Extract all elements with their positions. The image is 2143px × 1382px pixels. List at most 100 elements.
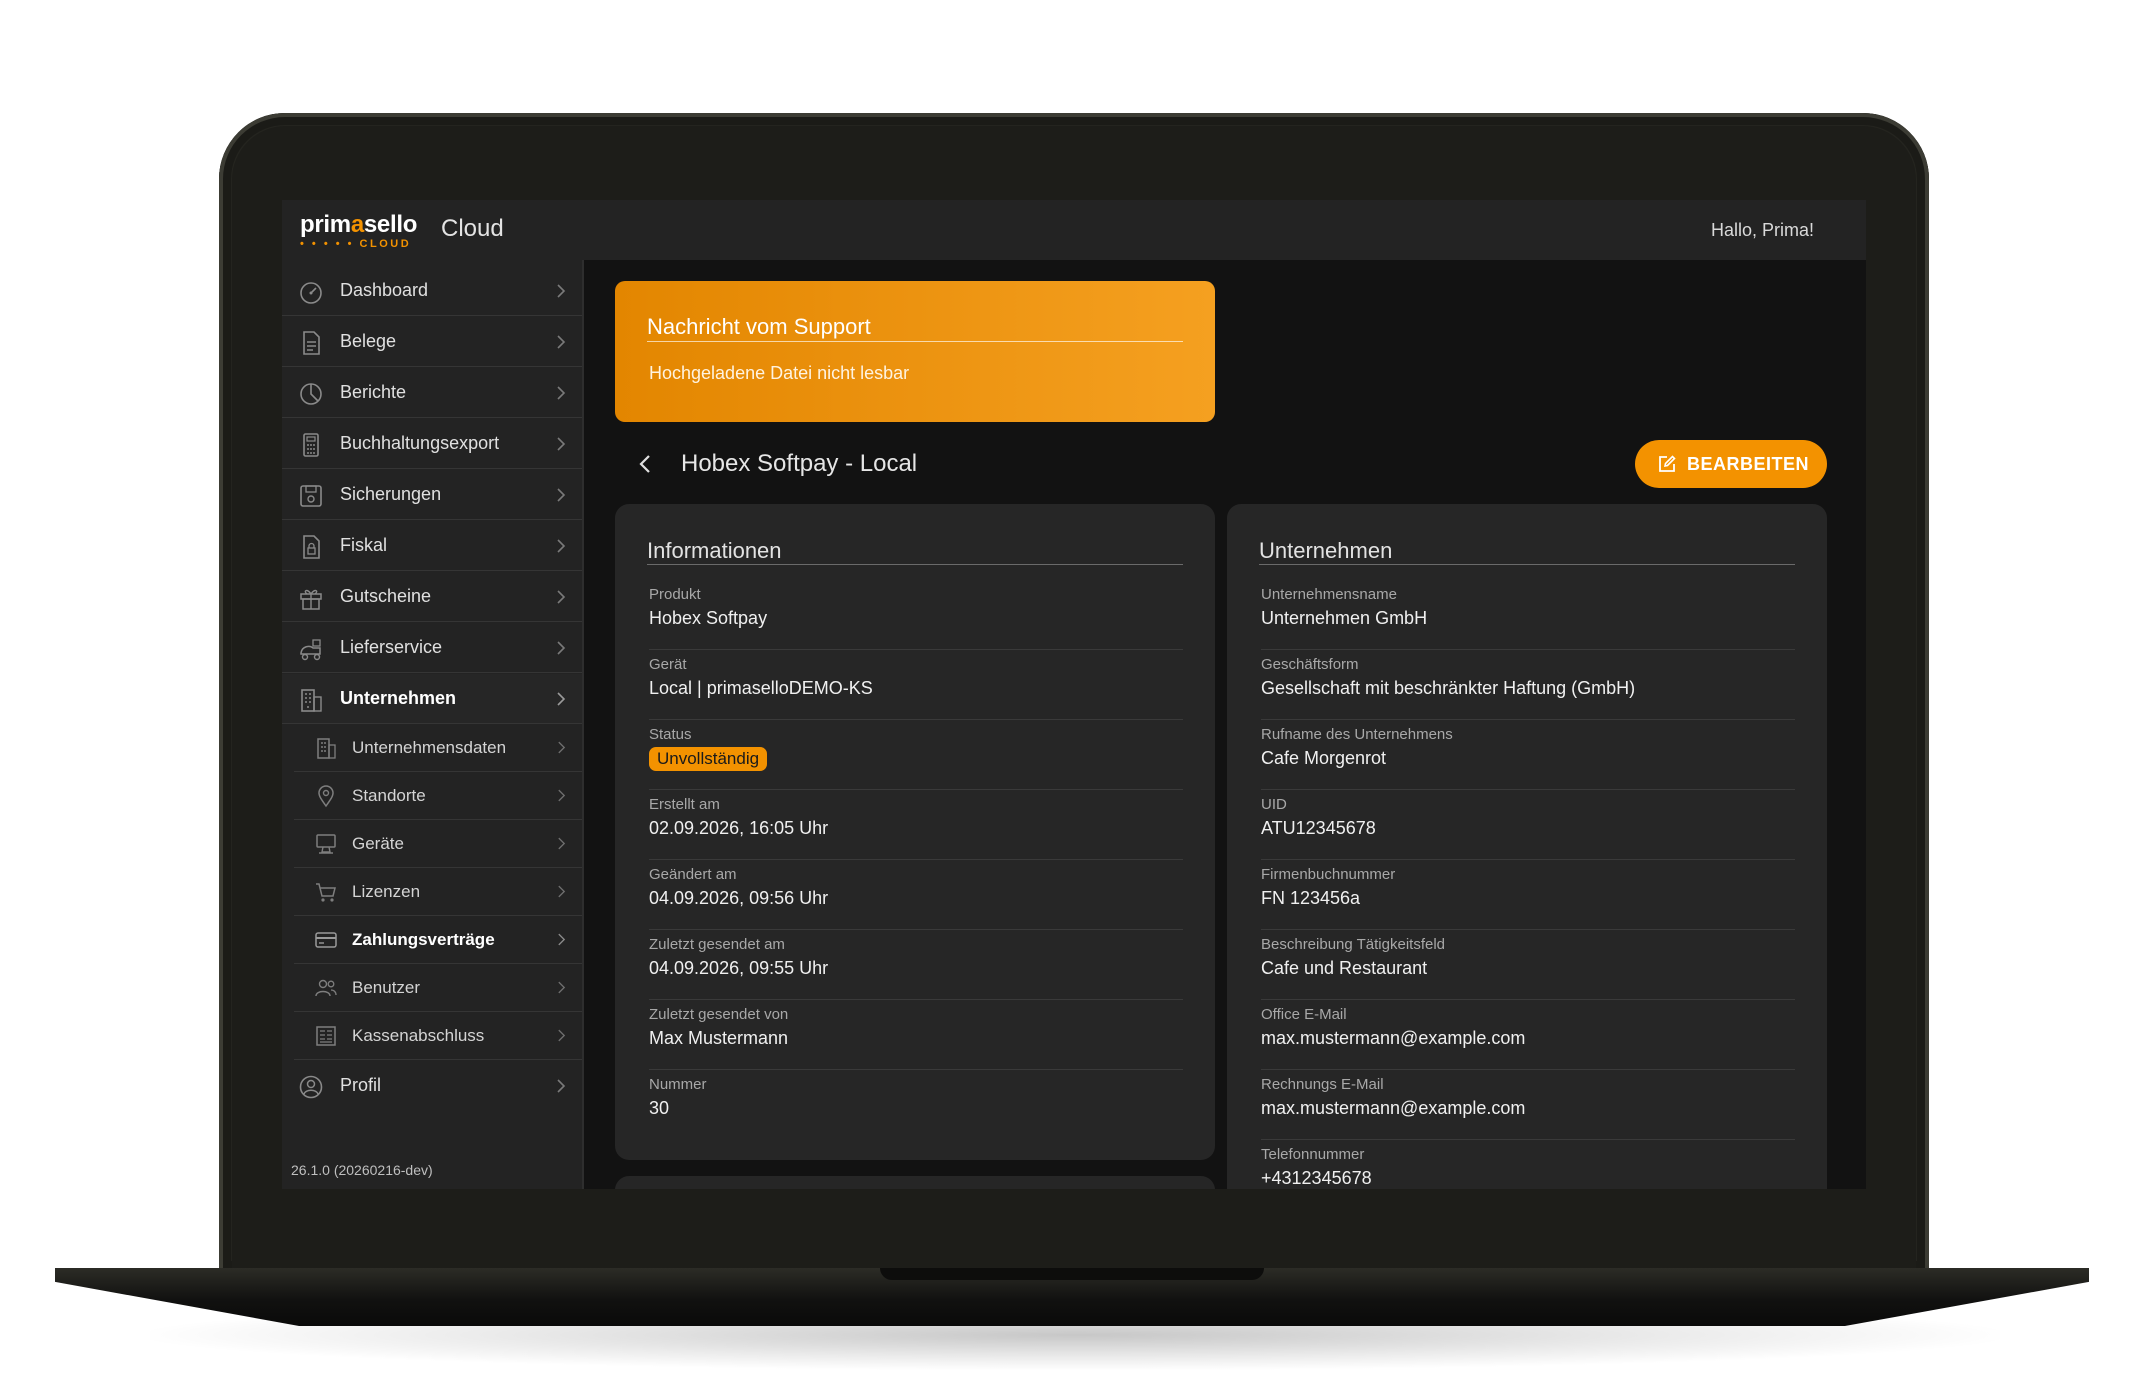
sidebar-item-lieferservice[interactable]: Lieferservice [282, 623, 582, 673]
field-value: Max Mustermann [649, 1028, 789, 1048]
field-status: Status Unvollständig [649, 720, 1183, 790]
chevron-right-icon [557, 590, 566, 604]
sidebar-item-belege[interactable]: Belege [282, 317, 582, 367]
field-zuletzt-gesendet-von: Zuletzt gesendet von Max Mustermann [649, 1000, 1183, 1070]
field-value: 04.09.2026, 09:55 Uhr [649, 958, 829, 978]
delivery-icon [300, 639, 321, 661]
field-label: Zuletzt gesendet von [649, 1006, 789, 1023]
chevron-right-icon [557, 692, 566, 706]
field-rufname: Rufname des Unternehmens Cafe Morgenrot [1261, 720, 1795, 790]
sidebar-subitem-unternehmensdaten[interactable]: Unternehmensdaten [294, 724, 582, 772]
sidebar-subitem-label: Unternehmensdaten [352, 738, 507, 757]
field-geschaeftsform: Geschäftsform Gesellschaft mit beschränk… [1261, 650, 1795, 720]
app-name: Cloud [441, 215, 504, 242]
chevron-right-icon [558, 885, 566, 898]
sidebar-item-label: Fiskal [340, 535, 388, 555]
information-card: Informationen Produkt Hobex Softpay Gerä… [615, 504, 1215, 1160]
back-arrow-icon[interactable] [634, 452, 658, 476]
field-label: Unternehmensname [1261, 586, 1397, 603]
divider [647, 341, 1183, 342]
sidebar-item-sicherungen[interactable]: Sicherungen [282, 470, 582, 520]
field-erstellt-am: Erstellt am 02.09.2026, 16:05 Uhr [649, 790, 1183, 860]
sidebar-item-label: Gutscheine [340, 586, 432, 606]
field-value: Gesellschaft mit beschränkter Haftung (G… [1261, 678, 1636, 698]
sidebar-item-label: Profil [340, 1075, 382, 1095]
company-card: Unternehmen Unternehmensname Unternehmen… [1227, 504, 1827, 1189]
app-screen: primasello • • • • • CLOUD Cloud Hallo, … [282, 200, 1866, 1189]
sidebar-subitem-benutzer[interactable]: Benutzer [294, 964, 582, 1012]
field-value: Unternehmen GmbH [1261, 608, 1428, 628]
status-badge: Unvollständig [649, 747, 768, 771]
support-message-text: Hochgeladene Datei nicht lesbar [649, 363, 910, 383]
field-value: Hobex Softpay [649, 608, 768, 628]
support-message-title: Nachricht vom Support [647, 314, 871, 339]
card-title: Unternehmen [1259, 538, 1393, 563]
sidebar-item-label: Unternehmen [340, 688, 457, 708]
sidebar-subitem-label: Benutzer [352, 978, 421, 997]
sidebar-subitem-standorte[interactable]: Standorte [294, 772, 582, 820]
field-label: Office E-Mail [1261, 1006, 1347, 1023]
user-greeting[interactable]: Hallo, Prima! [1711, 220, 1814, 241]
field-uid: UID ATU12345678 [1261, 790, 1795, 860]
sidebar-subitem-zahlungsvertraege[interactable]: Zahlungsverträge [294, 916, 582, 964]
sidebar-item-label: Sicherungen [340, 484, 442, 504]
brand-logo[interactable]: primasello • • • • • CLOUD [300, 212, 417, 252]
field-label: Zuletzt gesendet am [649, 936, 785, 953]
field-value: FN 123456a [1261, 888, 1361, 908]
field-value: Local | primaselloDEMO-KS [649, 678, 873, 698]
field-unternehmensname: Unternehmensname Unternehmen GmbH [1261, 580, 1795, 650]
field-label: Produkt [649, 586, 701, 603]
field-label: Erstellt am [649, 796, 720, 813]
chevron-right-icon [557, 1079, 566, 1093]
field-label: Firmenbuchnummer [1261, 866, 1396, 883]
sidebar-subitem-lizenzen[interactable]: Lizenzen [294, 868, 582, 916]
field-label: Beschreibung Tätigkeitsfeld [1261, 936, 1445, 953]
chevron-right-icon [558, 1029, 566, 1042]
support-message-card: Nachricht vom Support Hochgeladene Datei… [615, 281, 1215, 422]
field-label: Geschäftsform [1261, 656, 1359, 673]
sidebar-subitem-label: Zahlungsverträge [352, 930, 495, 949]
field-geaendert-am: Geändert am 04.09.2026, 09:56 Uhr [649, 860, 1183, 930]
sidebar-item-label: Lieferservice [340, 637, 443, 657]
field-label: Status [649, 726, 692, 743]
sidebar-item-unternehmen[interactable]: Unternehmen [282, 674, 582, 724]
sidebar-subitem-geraete[interactable]: Geräte [294, 820, 582, 868]
dashboard-icon [300, 282, 322, 304]
field-label: UID [1261, 796, 1287, 813]
field-rechnungs-email: Rechnungs E-Mail max.mustermann@example.… [1261, 1070, 1795, 1140]
chevron-right-icon [557, 386, 566, 400]
edit-button[interactable]: BEARBEITEN [1635, 440, 1827, 488]
app-version: 26.1.0 (20260216-dev) [291, 1162, 433, 1178]
building-icon [301, 689, 322, 712]
field-label: Nummer [649, 1076, 707, 1093]
sidebar-item-gutscheine[interactable]: Gutscheine [282, 572, 582, 622]
sidebar-subitem-kassenabschluss[interactable]: Kassenabschluss [294, 1012, 582, 1060]
users-icon [315, 979, 337, 997]
sidebar-item-buchhaltungsexport[interactable]: Buchhaltungsexport [282, 419, 582, 469]
field-value: 02.09.2026, 16:05 Uhr [649, 818, 829, 838]
sidebar-item-berichte[interactable]: Berichte [282, 368, 582, 418]
sidebar-item-dashboard[interactable]: Dashboard [282, 266, 582, 316]
sidebar-item-label: Berichte [340, 382, 407, 402]
location-pin-icon [318, 785, 334, 808]
field-value: max.mustermann@example.com [1261, 1028, 1526, 1048]
edit-button-label: BEARBEITEN [1687, 454, 1810, 474]
sidebar-subitem-label: Kassenabschluss [352, 1026, 485, 1045]
sidebar-item-profil[interactable]: Profil [282, 1061, 582, 1111]
chevron-right-icon [557, 488, 566, 502]
sidebar: Dashboard Belege Berichte Buchhaltungsex… [282, 260, 584, 1189]
next-card [615, 1176, 1215, 1189]
sidebar-item-fiskal[interactable]: Fiskal [282, 521, 582, 571]
sidebar-item-label: Dashboard [340, 280, 429, 300]
chevron-right-icon [557, 437, 566, 451]
chevron-right-icon [558, 981, 566, 994]
field-zuletzt-gesendet-am: Zuletzt gesendet am 04.09.2026, 09:55 Uh… [649, 930, 1183, 1000]
field-value: 30 [649, 1098, 670, 1118]
save-icon [300, 485, 322, 507]
field-value: +4312345678 [1261, 1168, 1372, 1188]
pos-terminal-icon [316, 834, 336, 854]
field-geraet: Gerät Local | primaselloDEMO-KS [649, 650, 1183, 720]
field-label: Geändert am [649, 866, 737, 883]
edit-icon [1659, 455, 1676, 472]
divider [647, 564, 1183, 565]
